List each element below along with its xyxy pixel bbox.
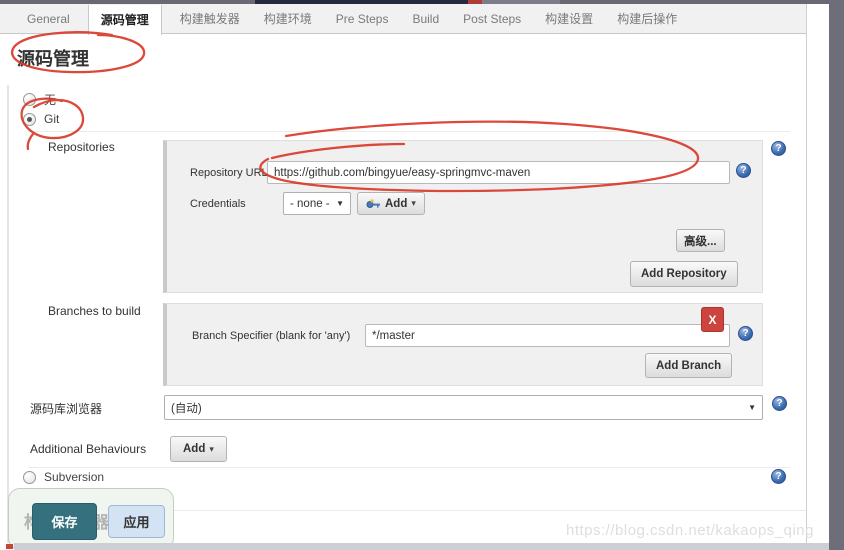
scm-option-subversion[interactable]: Subversion xyxy=(23,470,104,484)
help-icon[interactable]: ? xyxy=(771,469,786,484)
additional-add-button[interactable]: Add ▾ xyxy=(170,436,227,462)
radio-none-icon[interactable] xyxy=(23,93,36,106)
radio-none-label: 无 xyxy=(44,91,56,108)
branch-specifier-label: Branch Specifier (blank for 'any') xyxy=(192,330,350,342)
window-top-light-fragment xyxy=(482,0,560,4)
config-tab-bar: General 源码管理 构建触发器 构建环境 Pre Steps Build … xyxy=(0,4,806,34)
add-branch-button[interactable]: Add Branch xyxy=(645,353,732,378)
form-left-rail xyxy=(7,85,9,543)
tab-post-steps[interactable]: Post Steps xyxy=(463,12,521,26)
branches-section-label: Branches to build xyxy=(48,304,141,318)
select-caret-icon: ▼ xyxy=(748,403,756,412)
jenkins-scm-config-page: General 源码管理 构建触发器 构建环境 Pre Steps Build … xyxy=(0,0,844,550)
repositories-section-label: Repositories xyxy=(48,140,115,154)
tab-build-settings[interactable]: 构建设置 xyxy=(545,10,593,27)
divider xyxy=(28,467,790,468)
bottom-red-pen-mark xyxy=(6,544,13,549)
csdn-watermark: https://blog.csdn.net/kakaops_qing xyxy=(566,522,814,539)
tab-build-triggers[interactable]: 构建触发器 xyxy=(180,10,240,27)
save-button[interactable]: 保存 xyxy=(32,503,97,540)
window-bottom-strip xyxy=(14,543,829,550)
add-credentials-label: Add xyxy=(385,198,407,210)
add-branch-label: Add Branch xyxy=(656,360,721,372)
advanced-button[interactable]: 高级... xyxy=(676,229,725,252)
repo-browser-select[interactable]: (自动) ▼ xyxy=(164,395,763,420)
help-icon[interactable]: ? xyxy=(771,141,786,156)
section-heading: 源码管理 xyxy=(17,45,89,71)
repository-url-label: Repository URL xyxy=(190,167,268,179)
help-icon[interactable]: ? xyxy=(772,396,787,411)
repo-browser-selected-value: (自动) xyxy=(171,400,202,416)
tab-build[interactable]: Build xyxy=(412,12,439,26)
additional-add-label: Add xyxy=(183,443,205,455)
tab-source-code-management[interactable]: 源码管理 xyxy=(88,5,162,35)
red-annotation-git-tail xyxy=(28,134,33,149)
window-top-red-fragment xyxy=(468,0,482,4)
radio-subversion-icon[interactable] xyxy=(23,471,36,484)
scm-option-none[interactable]: 无 xyxy=(23,91,56,108)
repository-url-input[interactable] xyxy=(267,161,730,184)
repo-browser-label: 源码库浏览器 xyxy=(30,400,102,417)
credentials-selected-value: - none - xyxy=(290,198,330,210)
credentials-select[interactable]: - none - ▼ xyxy=(283,192,351,215)
tab-pre-steps[interactable]: Pre Steps xyxy=(336,12,389,26)
delete-branch-button[interactable]: X xyxy=(701,307,724,332)
key-icon xyxy=(366,199,381,209)
window-top-titlebar-fragment xyxy=(255,0,470,4)
window-right-edge xyxy=(829,0,844,550)
credentials-label: Credentials xyxy=(190,198,246,210)
radio-git-label: Git xyxy=(44,112,59,126)
tab-post-build-actions[interactable]: 构建后操作 xyxy=(617,10,677,27)
add-credentials-button[interactable]: Add ▾ xyxy=(357,192,425,215)
additional-behaviours-label: Additional Behaviours xyxy=(30,442,146,456)
help-icon[interactable]: ? xyxy=(738,326,753,341)
branch-specifier-input[interactable] xyxy=(365,324,730,347)
apply-button[interactable]: 应用 xyxy=(108,505,165,538)
caret-down-icon: ▾ xyxy=(411,198,416,209)
content-right-border xyxy=(806,4,807,543)
add-repository-label: Add Repository xyxy=(641,268,727,280)
tab-build-environment[interactable]: 构建环境 xyxy=(264,10,312,27)
tab-general[interactable]: General xyxy=(27,12,70,26)
advanced-button-label: 高级... xyxy=(684,233,717,249)
add-repository-button[interactable]: Add Repository xyxy=(630,261,738,287)
scm-option-git[interactable]: Git xyxy=(23,112,59,126)
caret-down-icon: ▾ xyxy=(209,444,214,455)
radio-git-icon[interactable] xyxy=(23,113,36,126)
help-icon[interactable]: ? xyxy=(736,163,751,178)
divider xyxy=(28,131,790,132)
radio-subversion-label: Subversion xyxy=(44,470,104,484)
select-caret-icon: ▼ xyxy=(336,199,344,208)
